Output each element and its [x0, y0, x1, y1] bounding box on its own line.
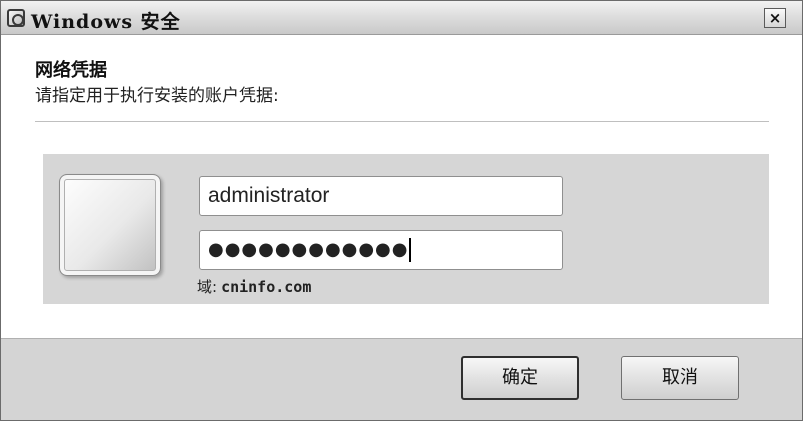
username-input[interactable] — [199, 176, 563, 216]
dialog-subheading: 请指定用于执行安装的账户凭据: — [35, 86, 279, 106]
header-divider — [35, 121, 769, 123]
password-mask: ●●●●●●●●●●●● — [208, 239, 409, 260]
windows-security-icon — [7, 9, 25, 27]
password-input[interactable]: ●●●●●●●●●●●● — [199, 230, 563, 270]
domain-label: 域: — [197, 278, 218, 296]
close-button[interactable]: × — [764, 8, 786, 28]
title-bar[interactable]: Windows 安全 × — [1, 1, 802, 35]
credential-tile[interactable]: ●●●●●●●●●●●● 域:cninfo.com — [43, 154, 769, 304]
dialog-heading: 网络凭据 — [35, 60, 107, 81]
cancel-button[interactable]: 取消 — [621, 356, 739, 400]
ok-button[interactable]: 确定 — [461, 356, 579, 400]
user-avatar — [59, 174, 161, 276]
window-title: Windows 安全 — [31, 11, 181, 33]
button-bar: 确定 取消 — [1, 338, 802, 420]
windows-security-dialog: Windows 安全 × 网络凭据 请指定用于执行安装的账户凭据: ●●●●●●… — [0, 0, 803, 421]
domain-value: cninfo.com — [221, 278, 312, 296]
text-caret — [409, 238, 412, 262]
domain-info: 域: cninfo.com — [197, 276, 311, 297]
